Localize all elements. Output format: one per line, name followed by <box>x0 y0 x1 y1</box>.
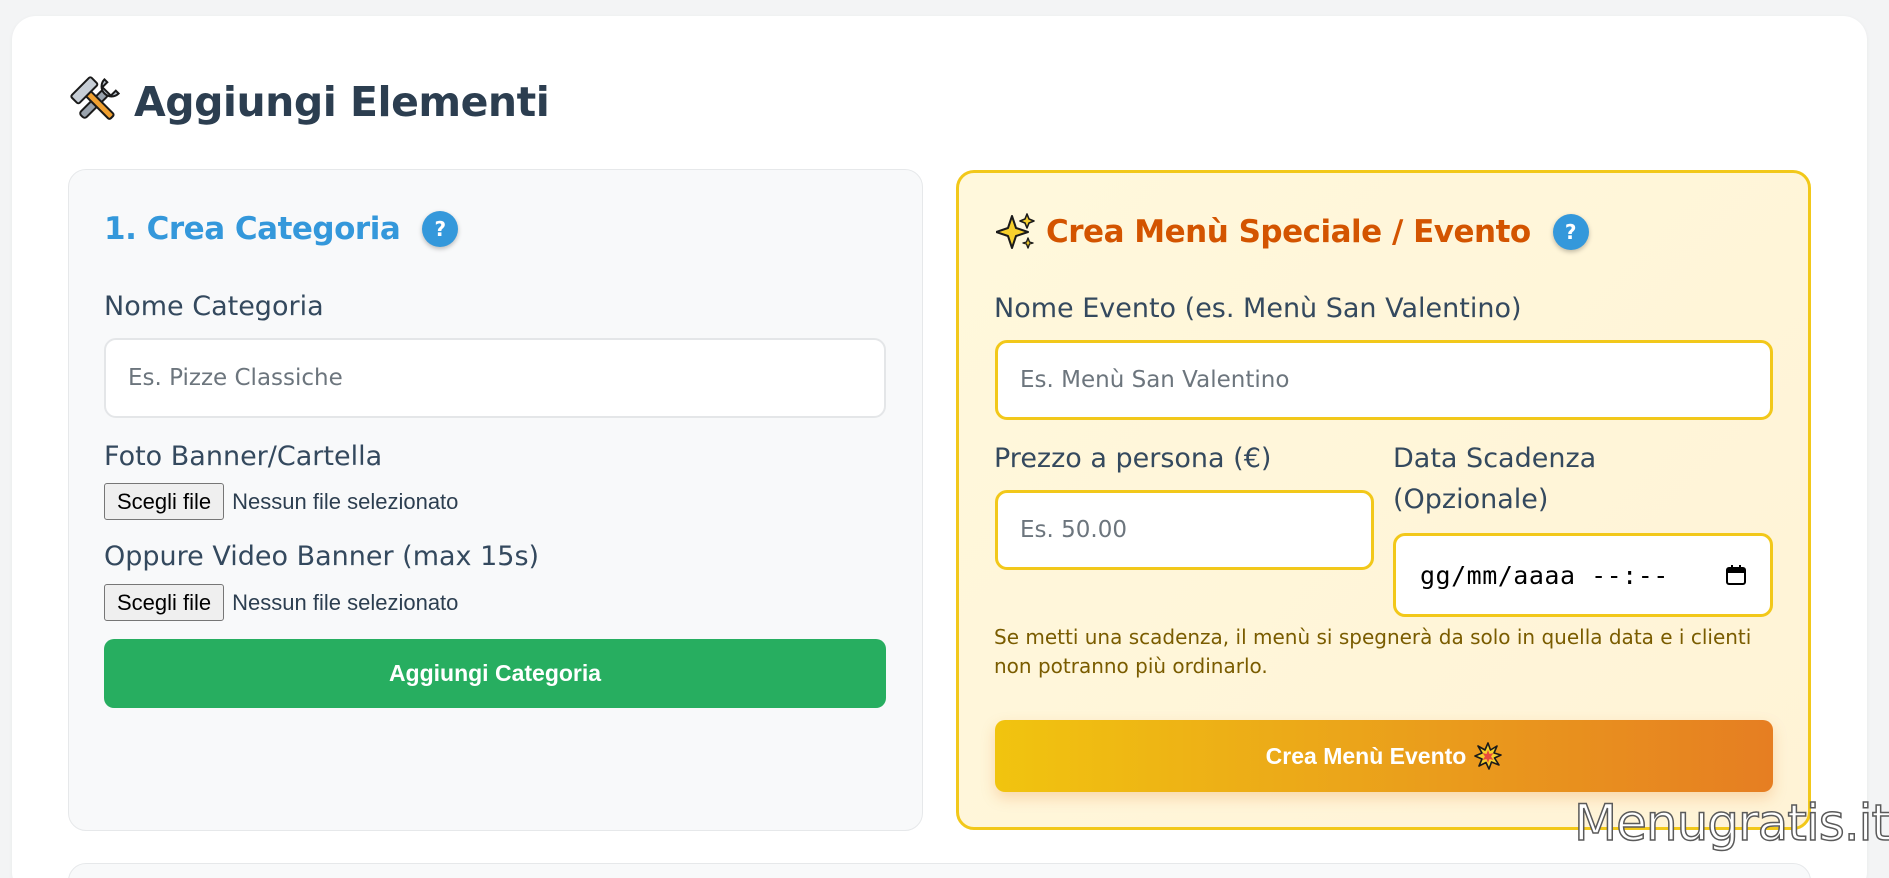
add-category-button[interactable]: Aggiungi Categoria <box>104 639 886 708</box>
video-choose-file-button[interactable]: Scegli file <box>104 584 225 621</box>
create-category-heading: 1. Crea Categoria <box>104 211 401 247</box>
banner-file-status: Nessun file selezionato <box>232 488 459 514</box>
category-name-label: Nome Categoria <box>104 291 324 322</box>
event-name-label: Nome Evento (es. Menù San Valentino) <box>994 293 1522 324</box>
next-section-card <box>68 863 1811 878</box>
special-menu-header: Crea Menù Speciale / Evento ? <box>996 212 1589 252</box>
video-banner-file-input: Scegli file Nessun file selezionato <box>104 584 458 621</box>
event-help-button[interactable]: ? <box>1552 214 1589 250</box>
expiry-datetime-input[interactable]: gg/mm/aaaa --:-- <box>1393 533 1773 617</box>
create-event-menu-label: Crea Menù Evento <box>1265 742 1467 769</box>
category-help-button[interactable]: ? <box>422 211 459 247</box>
special-menu-heading: Crea Menù Speciale / Evento <box>1046 214 1531 250</box>
category-name-input[interactable] <box>104 338 886 418</box>
calendar-icon[interactable] <box>1724 563 1748 587</box>
create-event-menu-button[interactable]: Crea Menù Evento <box>995 720 1773 792</box>
create-category-header: 1. Crea Categoria ? <box>104 211 459 247</box>
watermark: Menugratis.it <box>1573 793 1889 853</box>
price-per-person-label: Prezzo a persona (€) <box>994 443 1272 474</box>
video-banner-label: Oppure Video Banner (max 15s) <box>104 541 540 572</box>
expiry-date-label-line2: (Opzionale) <box>1393 484 1549 515</box>
video-file-status: Nessun file selezionato <box>232 589 459 615</box>
banner-photo-file-input: Scegli file Nessun file selezionato <box>104 483 458 520</box>
page-title-text: Aggiungi Elementi <box>134 78 550 126</box>
sparkles-icon <box>996 213 1035 249</box>
hammer-and-wrench-icon <box>70 76 121 120</box>
price-per-person-input[interactable] <box>995 490 1374 570</box>
banner-choose-file-button[interactable]: Scegli file <box>104 483 225 520</box>
expiry-hint-text: Se metti una scadenza, il menù si spegne… <box>994 625 1752 678</box>
banner-photo-label: Foto Banner/Cartella <box>104 441 383 472</box>
expiry-datetime-value: gg/mm/aaaa --:-- <box>1420 560 1669 590</box>
collision-icon <box>1474 742 1503 770</box>
event-name-input[interactable] <box>995 340 1773 420</box>
expiry-date-label-line1: Data Scadenza <box>1393 443 1597 474</box>
page-title: Aggiungi Elementi <box>70 76 550 128</box>
